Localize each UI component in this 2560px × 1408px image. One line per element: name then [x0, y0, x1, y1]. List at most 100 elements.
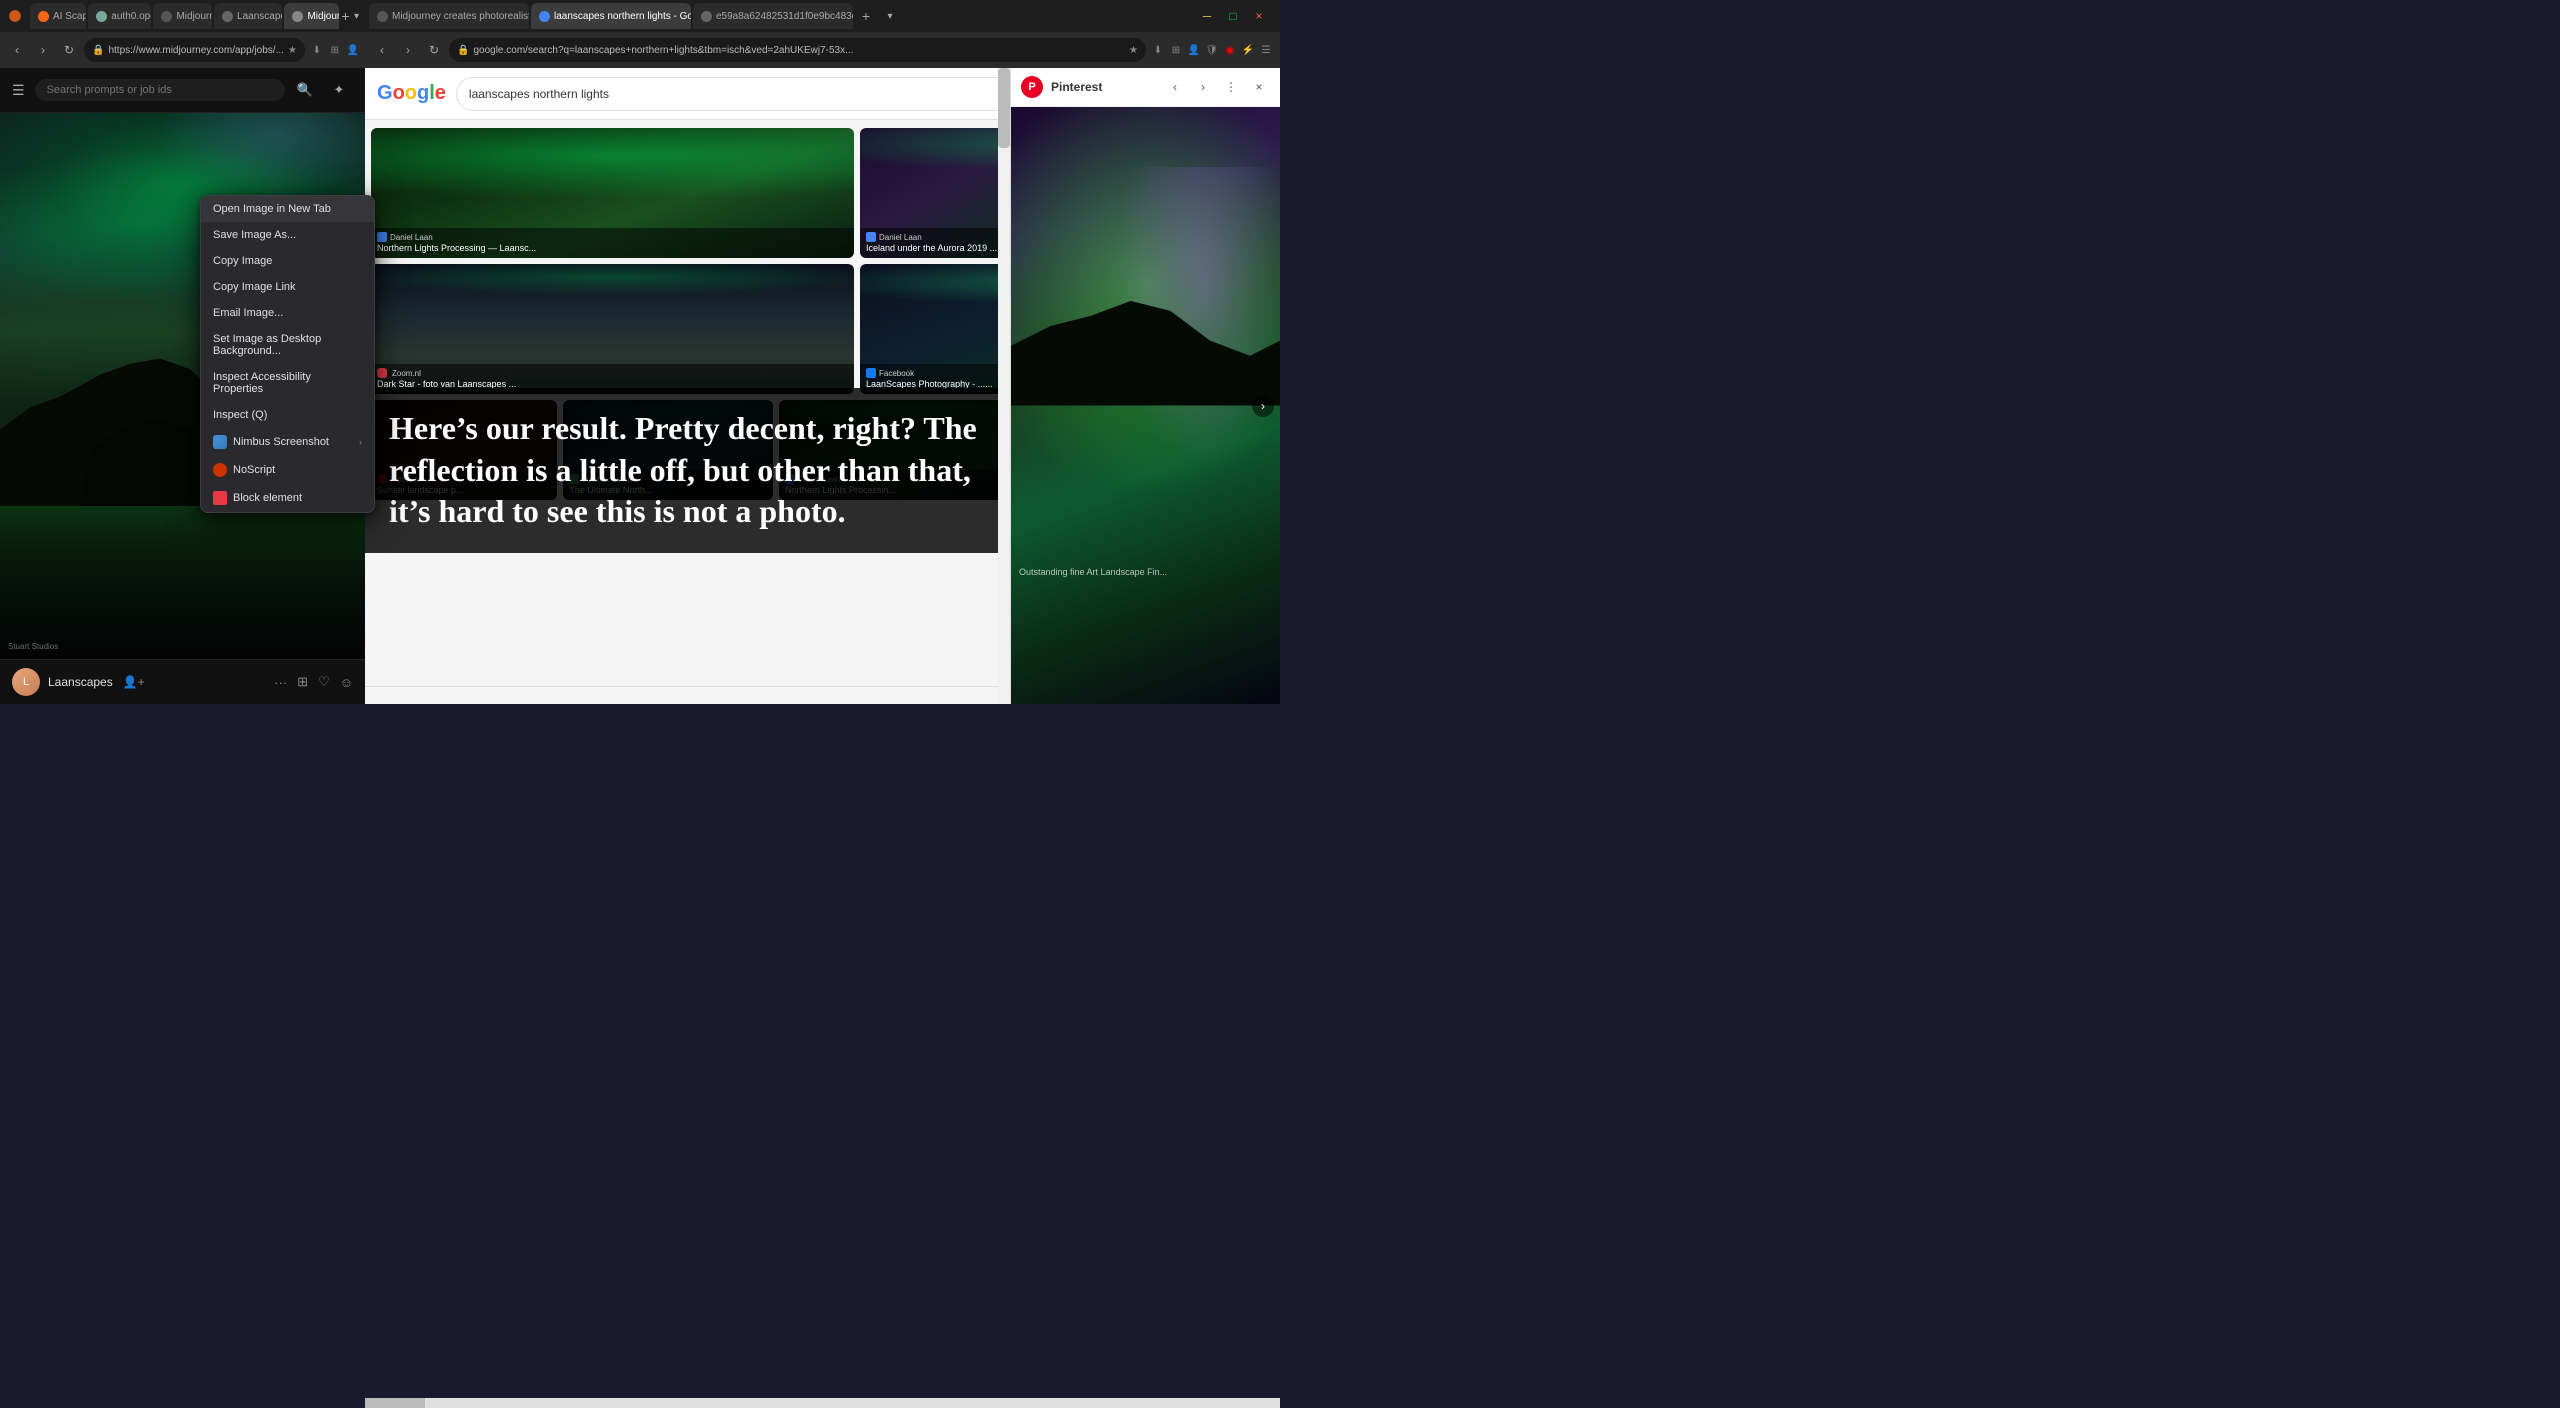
bottom-scrollbar-thumb[interactable]: [365, 1398, 425, 1408]
block-element-icon: [213, 491, 227, 505]
forward-button[interactable]: ›: [32, 39, 54, 61]
context-copy-image[interactable]: Copy Image: [201, 248, 374, 274]
bottom-scrollbar[interactable]: [365, 1398, 1280, 1408]
pinterest-close-icon[interactable]: ×: [1248, 76, 1270, 98]
grid-icon[interactable]: ⊞: [297, 674, 308, 690]
context-accessibility[interactable]: Inspect Accessibility Properties: [201, 364, 374, 402]
reload-button[interactable]: ↻: [58, 39, 80, 61]
pinterest-panel-header: P Pinterest ‹ › ⋮ ×: [1011, 68, 1280, 107]
context-save-image[interactable]: Save Image As...: [201, 222, 374, 248]
context-save-image-label: Save Image As...: [213, 229, 362, 241]
noscript-icon: [213, 463, 227, 477]
heart-icon[interactable]: ♡: [318, 674, 330, 690]
right-new-tab-button[interactable]: +: [855, 5, 877, 27]
nimbus-screenshot-icon: [213, 435, 227, 449]
context-noscript-label: NoScript: [233, 464, 362, 476]
new-tab-button[interactable]: +: [341, 5, 350, 27]
context-inspect[interactable]: Inspect (Q): [201, 402, 374, 428]
context-accessibility-label: Inspect Accessibility Properties: [213, 371, 362, 395]
right-forward-button[interactable]: ›: [397, 39, 419, 61]
source-icon-1: [377, 232, 387, 242]
context-copy-image-link-label: Copy Image Link: [213, 281, 362, 293]
right-shield-icon[interactable]: 🛡: [1204, 42, 1220, 58]
context-copy-image-label: Copy Image: [213, 255, 362, 267]
right-menu-icon[interactable]: ☰: [1258, 42, 1274, 58]
back-button[interactable]: ‹: [6, 39, 28, 61]
right-nav-icons: ⬇ ⊞ 👤 🛡 ◉ ⚡ ☰: [1150, 42, 1274, 58]
more-options-icon[interactable]: ···: [274, 675, 287, 690]
image-source-3: Zoom.nl: [377, 368, 848, 378]
context-open-new-tab[interactable]: Open Image in New Tab: [201, 196, 374, 222]
context-inspect-label: Inspect (Q): [213, 409, 362, 421]
right-adblock-icon[interactable]: ◉: [1222, 42, 1238, 58]
tab-ai-scapes[interactable]: AI Scapes Script ×: [30, 3, 86, 29]
profile-icon[interactable]: 👤: [345, 42, 361, 58]
tab-midjourney-eda[interactable]: Midjourney: eda... ×: [153, 3, 212, 29]
pinterest-next-icon[interactable]: ›: [1192, 76, 1214, 98]
right-reload-button[interactable]: ↻: [423, 39, 445, 61]
right-profile-icon[interactable]: 👤: [1186, 42, 1202, 58]
image-card-1[interactable]: Daniel Laan Northern Lights Processing —…: [371, 128, 854, 258]
context-nimbus-label: Nimbus Screenshot: [233, 436, 353, 448]
pinterest-logo: P: [1021, 76, 1043, 98]
context-block-element[interactable]: Block element: [201, 484, 374, 512]
context-noscript[interactable]: NoScript: [201, 456, 374, 484]
hamburger-icon[interactable]: ☰: [12, 82, 25, 99]
right-tab-midjourney[interactable]: Midjourney creates photorealistic... ×: [369, 3, 529, 29]
right-scrollbar-thumb[interactable]: [998, 68, 1010, 148]
mj-header: ☰ 🔍 ✦: [0, 68, 365, 113]
context-copy-image-link[interactable]: Copy Image Link: [201, 274, 374, 300]
mj-search-input[interactable]: [35, 79, 285, 101]
close-button[interactable]: ×: [1248, 5, 1270, 27]
right-tab-list-button[interactable]: ▾: [879, 5, 901, 27]
context-email-image[interactable]: Email Image...: [201, 300, 374, 326]
tab-list-button[interactable]: ▾: [352, 5, 361, 27]
context-email-image-label: Email Image...: [213, 307, 362, 319]
right-back-button[interactable]: ‹: [371, 39, 393, 61]
pinterest-title: Pinterest: [1051, 80, 1156, 94]
right-browser: Midjourney creates photorealistic... × l…: [365, 0, 1280, 704]
firefox-menu[interactable]: [4, 5, 26, 27]
right-nav-bar: ‹ › ↻ 🔒 google.com/search?q=laanscapes+n…: [365, 32, 1280, 68]
context-block-element-label: Block element: [233, 492, 362, 504]
tab-midjourney-active[interactable]: Midjourney: S... ×: [284, 3, 338, 29]
right-extensions-icon[interactable]: ⊞: [1168, 42, 1184, 58]
username-label: Laanscapes: [48, 675, 113, 689]
right-address-bar[interactable]: 🔒 google.com/search?q=laanscapes+norther…: [449, 38, 1146, 62]
download-icon[interactable]: ⬇: [309, 42, 325, 58]
minimize-button[interactable]: ─: [1196, 5, 1218, 27]
water-reflection: [0, 506, 365, 659]
context-nimbus[interactable]: Nimbus Screenshot ›: [201, 428, 374, 456]
google-search-text: laanscapes northern lights: [469, 87, 1079, 101]
left-tab-bar: AI Scapes Script × auth0.openai.com/... …: [0, 0, 365, 32]
pinterest-more-icon[interactable]: ⋮: [1220, 76, 1242, 98]
emoji-icon[interactable]: ☺: [340, 675, 353, 690]
context-set-desktop-bg[interactable]: Set Image as Desktop Background...: [201, 326, 374, 364]
pinterest-mountain: [1011, 286, 1280, 525]
google-logo: Google: [377, 82, 446, 105]
pinterest-prev-icon[interactable]: ‹: [1164, 76, 1186, 98]
maximize-button[interactable]: □: [1222, 5, 1244, 27]
right-tab-google[interactable]: laanscapes northern lights - Go... ×: [531, 3, 691, 29]
source-icon-2: [866, 232, 876, 242]
tab-laanscapes-capture[interactable]: Laanscapes_Capture... ×: [214, 3, 282, 29]
right-download-icon[interactable]: ⬇: [1150, 42, 1166, 58]
tab-openai[interactable]: auth0.openai.com/... ×: [88, 3, 151, 29]
source-icon-4: [866, 368, 876, 378]
right-scrollbar[interactable]: [998, 68, 1010, 704]
pinterest-next-image-button[interactable]: ›: [1252, 395, 1274, 417]
left-nav-bar: ‹ › ↻ 🔒 https://www.midjourney.com/app/j…: [0, 32, 365, 68]
right-tab-bar: Midjourney creates photorealistic... × l…: [365, 0, 1280, 32]
right-ext-icon[interactable]: ⚡: [1240, 42, 1256, 58]
extensions-icon[interactable]: ⊞: [327, 42, 343, 58]
image-card-3[interactable]: Zoom.nl Dark Star - foto van Laanscapes …: [371, 264, 854, 394]
submenu-arrow: ›: [359, 437, 362, 447]
source-icon-3: [377, 368, 387, 378]
left-address-bar[interactable]: 🔒 https://www.midjourney.com/app/jobs/..…: [84, 38, 305, 62]
left-address-text: https://www.midjourney.com/app/jobs/...: [108, 45, 283, 56]
right-tab-hash[interactable]: e59a8a62482531d1f0e9bc483d... ×: [693, 3, 853, 29]
add-user-icon[interactable]: 👤+: [123, 675, 145, 689]
search-icon[interactable]: 🔍: [291, 76, 319, 104]
sparkle-icon[interactable]: ✦: [325, 76, 353, 104]
pinterest-image-caption: Outstanding fine Art Landscape Fin...: [1019, 567, 1272, 579]
